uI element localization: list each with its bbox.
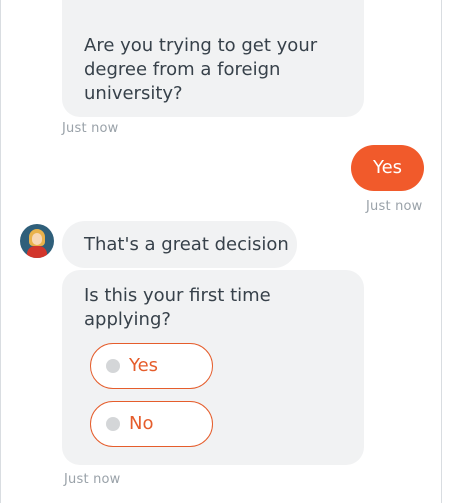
bot-question-text-2: Is this your first time applying? xyxy=(84,285,271,330)
frame-border-right xyxy=(441,0,442,503)
avatar-body xyxy=(27,246,47,258)
user-message-bubble: Yes xyxy=(351,145,424,191)
chat-window: Are you trying to get your degree from a… xyxy=(0,0,449,503)
option-no-button[interactable]: No xyxy=(90,401,213,447)
avatar-face xyxy=(32,233,42,245)
option-no-label: No xyxy=(129,413,154,434)
radio-circle-icon xyxy=(106,359,120,373)
bot-question-text-1: Are you trying to get your degree from a… xyxy=(84,35,318,104)
bot-question-card-2: Is this your first time applying? Yes No xyxy=(62,270,364,465)
timestamp-1: Just now xyxy=(62,121,119,136)
timestamp-2: Just now xyxy=(366,199,423,214)
radio-circle-icon xyxy=(106,417,120,431)
option-yes-button[interactable]: Yes xyxy=(90,343,213,389)
bot-reply-text: That's a great decision xyxy=(84,234,289,255)
frame-border-left xyxy=(0,0,1,503)
timestamp-3: Just now xyxy=(64,472,121,487)
option-yes-label: Yes xyxy=(129,355,159,376)
bot-message-card-1: Are you trying to get your degree from a… xyxy=(62,0,364,117)
bot-avatar xyxy=(20,224,54,258)
bot-message-bubble-2: That's a great decision xyxy=(62,221,297,268)
